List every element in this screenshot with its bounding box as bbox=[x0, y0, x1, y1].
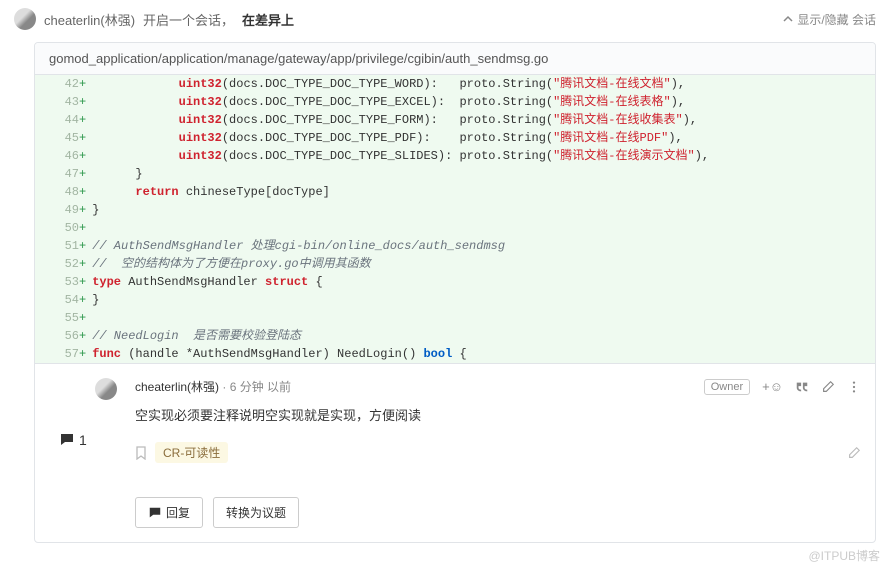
line-content: +} bbox=[79, 201, 875, 219]
code-table: 42+ uint32(docs.DOC_TYPE_DOC_TYPE_WORD):… bbox=[35, 75, 875, 363]
line-number: 55 bbox=[35, 309, 79, 327]
code-line: 42+ uint32(docs.DOC_TYPE_DOC_TYPE_WORD):… bbox=[35, 75, 875, 93]
toggle-thread-button[interactable]: 显示/隐藏 会话 bbox=[783, 11, 876, 28]
code-line: 45+ uint32(docs.DOC_TYPE_DOC_TYPE_PDF): … bbox=[35, 129, 875, 147]
line-number: 56 bbox=[35, 327, 79, 345]
comment-count: 1 bbox=[59, 432, 87, 448]
line-number: 54 bbox=[35, 291, 79, 309]
line-content: + uint32(docs.DOC_TYPE_DOC_TYPE_WORD): p… bbox=[79, 75, 875, 93]
comment-box: 1 cheaterlin(林强) · 6 分钟 以前 Owner +☺ bbox=[35, 363, 875, 483]
more-icon[interactable] bbox=[847, 379, 861, 395]
comment-time: · 6 分钟 以前 bbox=[222, 380, 291, 394]
avatar bbox=[95, 378, 117, 400]
line-number: 46 bbox=[35, 147, 79, 165]
line-content: + bbox=[79, 309, 875, 327]
convert-issue-button[interactable]: 转换为议题 bbox=[213, 497, 299, 528]
line-number: 52 bbox=[35, 255, 79, 273]
bookmark-icon[interactable] bbox=[135, 445, 147, 461]
line-content: +} bbox=[79, 291, 875, 309]
thread-author: cheaterlin(林强) bbox=[44, 10, 135, 29]
line-content: +func (handle *AuthSendMsgHandler) NeedL… bbox=[79, 345, 875, 363]
code-line: 48+ return chineseType[docType] bbox=[35, 183, 875, 201]
watermark: @ITPUB博客 bbox=[0, 543, 890, 568]
code-line: 44+ uint32(docs.DOC_TYPE_DOC_TYPE_FORM):… bbox=[35, 111, 875, 129]
line-content: + uint32(docs.DOC_TYPE_DOC_TYPE_PDF): pr… bbox=[79, 129, 875, 147]
react-button[interactable]: +☺ bbox=[762, 379, 783, 394]
line-content: + uint32(docs.DOC_TYPE_DOC_TYPE_SLIDES):… bbox=[79, 147, 875, 165]
line-number: 48 bbox=[35, 183, 79, 201]
thread-verb: 开启一个会话， bbox=[143, 10, 234, 29]
line-content: + bbox=[79, 219, 875, 237]
line-number: 44 bbox=[35, 111, 79, 129]
quote-icon[interactable] bbox=[795, 379, 809, 395]
diff-block: gomod_application/application/manage/gat… bbox=[34, 42, 876, 543]
file-path[interactable]: gomod_application/application/manage/gat… bbox=[35, 43, 875, 75]
code-line: 47+ } bbox=[35, 165, 875, 183]
line-number: 49 bbox=[35, 201, 79, 219]
thread-header: cheaterlin(林强) 开启一个会话， 在差异上 显示/隐藏 会话 bbox=[0, 0, 890, 38]
line-content: +// 空的结构体为了方便在proxy.go中调用其函数 bbox=[79, 255, 875, 273]
line-content: + } bbox=[79, 165, 875, 183]
line-content: +// AuthSendMsgHandler 处理cgi-bin/online_… bbox=[79, 237, 875, 255]
code-line: 50+ bbox=[35, 219, 875, 237]
line-number: 47 bbox=[35, 165, 79, 183]
line-content: + uint32(docs.DOC_TYPE_DOC_TYPE_FORM): p… bbox=[79, 111, 875, 129]
edit-tag-icon[interactable] bbox=[847, 445, 861, 461]
code-line: 53+type AuthSendMsgHandler struct { bbox=[35, 273, 875, 291]
reply-button[interactable]: 回复 bbox=[135, 497, 203, 528]
code-line: 54+} bbox=[35, 291, 875, 309]
code-line: 51+// AuthSendMsgHandler 处理cgi-bin/onlin… bbox=[35, 237, 875, 255]
line-content: +// NeedLogin 是否需要校验登陆态 bbox=[79, 327, 875, 345]
line-number: 51 bbox=[35, 237, 79, 255]
code-line: 46+ uint32(docs.DOC_TYPE_DOC_TYPE_SLIDES… bbox=[35, 147, 875, 165]
code-line: 43+ uint32(docs.DOC_TYPE_DOC_TYPE_EXCEL)… bbox=[35, 93, 875, 111]
line-content: +type AuthSendMsgHandler struct { bbox=[79, 273, 875, 291]
line-number: 57 bbox=[35, 345, 79, 363]
comment-author[interactable]: cheaterlin(林强) bbox=[135, 380, 219, 394]
code-line: 55+ bbox=[35, 309, 875, 327]
owner-badge: Owner bbox=[704, 379, 750, 395]
thread-target[interactable]: 在差异上 bbox=[242, 10, 294, 29]
code-line: 57+func (handle *AuthSendMsgHandler) Nee… bbox=[35, 345, 875, 363]
line-number: 43 bbox=[35, 93, 79, 111]
chevron-up-icon bbox=[783, 14, 793, 24]
comment-icon bbox=[59, 432, 75, 448]
reply-row: 回复 转换为议题 bbox=[35, 483, 875, 542]
comment-body: 空实现必须要注释说明空实现就是实现，方便阅读 bbox=[135, 405, 861, 424]
edit-icon[interactable] bbox=[821, 379, 835, 395]
line-content: + uint32(docs.DOC_TYPE_DOC_TYPE_EXCEL): … bbox=[79, 93, 875, 111]
comment-icon bbox=[148, 506, 162, 520]
code-line: 56+// NeedLogin 是否需要校验登陆态 bbox=[35, 327, 875, 345]
tag-chip[interactable]: CR-可读性 bbox=[155, 442, 228, 463]
code-line: 52+// 空的结构体为了方便在proxy.go中调用其函数 bbox=[35, 255, 875, 273]
line-number: 45 bbox=[35, 129, 79, 147]
code-line: 49+} bbox=[35, 201, 875, 219]
line-number: 53 bbox=[35, 273, 79, 291]
line-number: 42 bbox=[35, 75, 79, 93]
line-content: + return chineseType[docType] bbox=[79, 183, 875, 201]
line-number: 50 bbox=[35, 219, 79, 237]
avatar bbox=[14, 8, 36, 30]
